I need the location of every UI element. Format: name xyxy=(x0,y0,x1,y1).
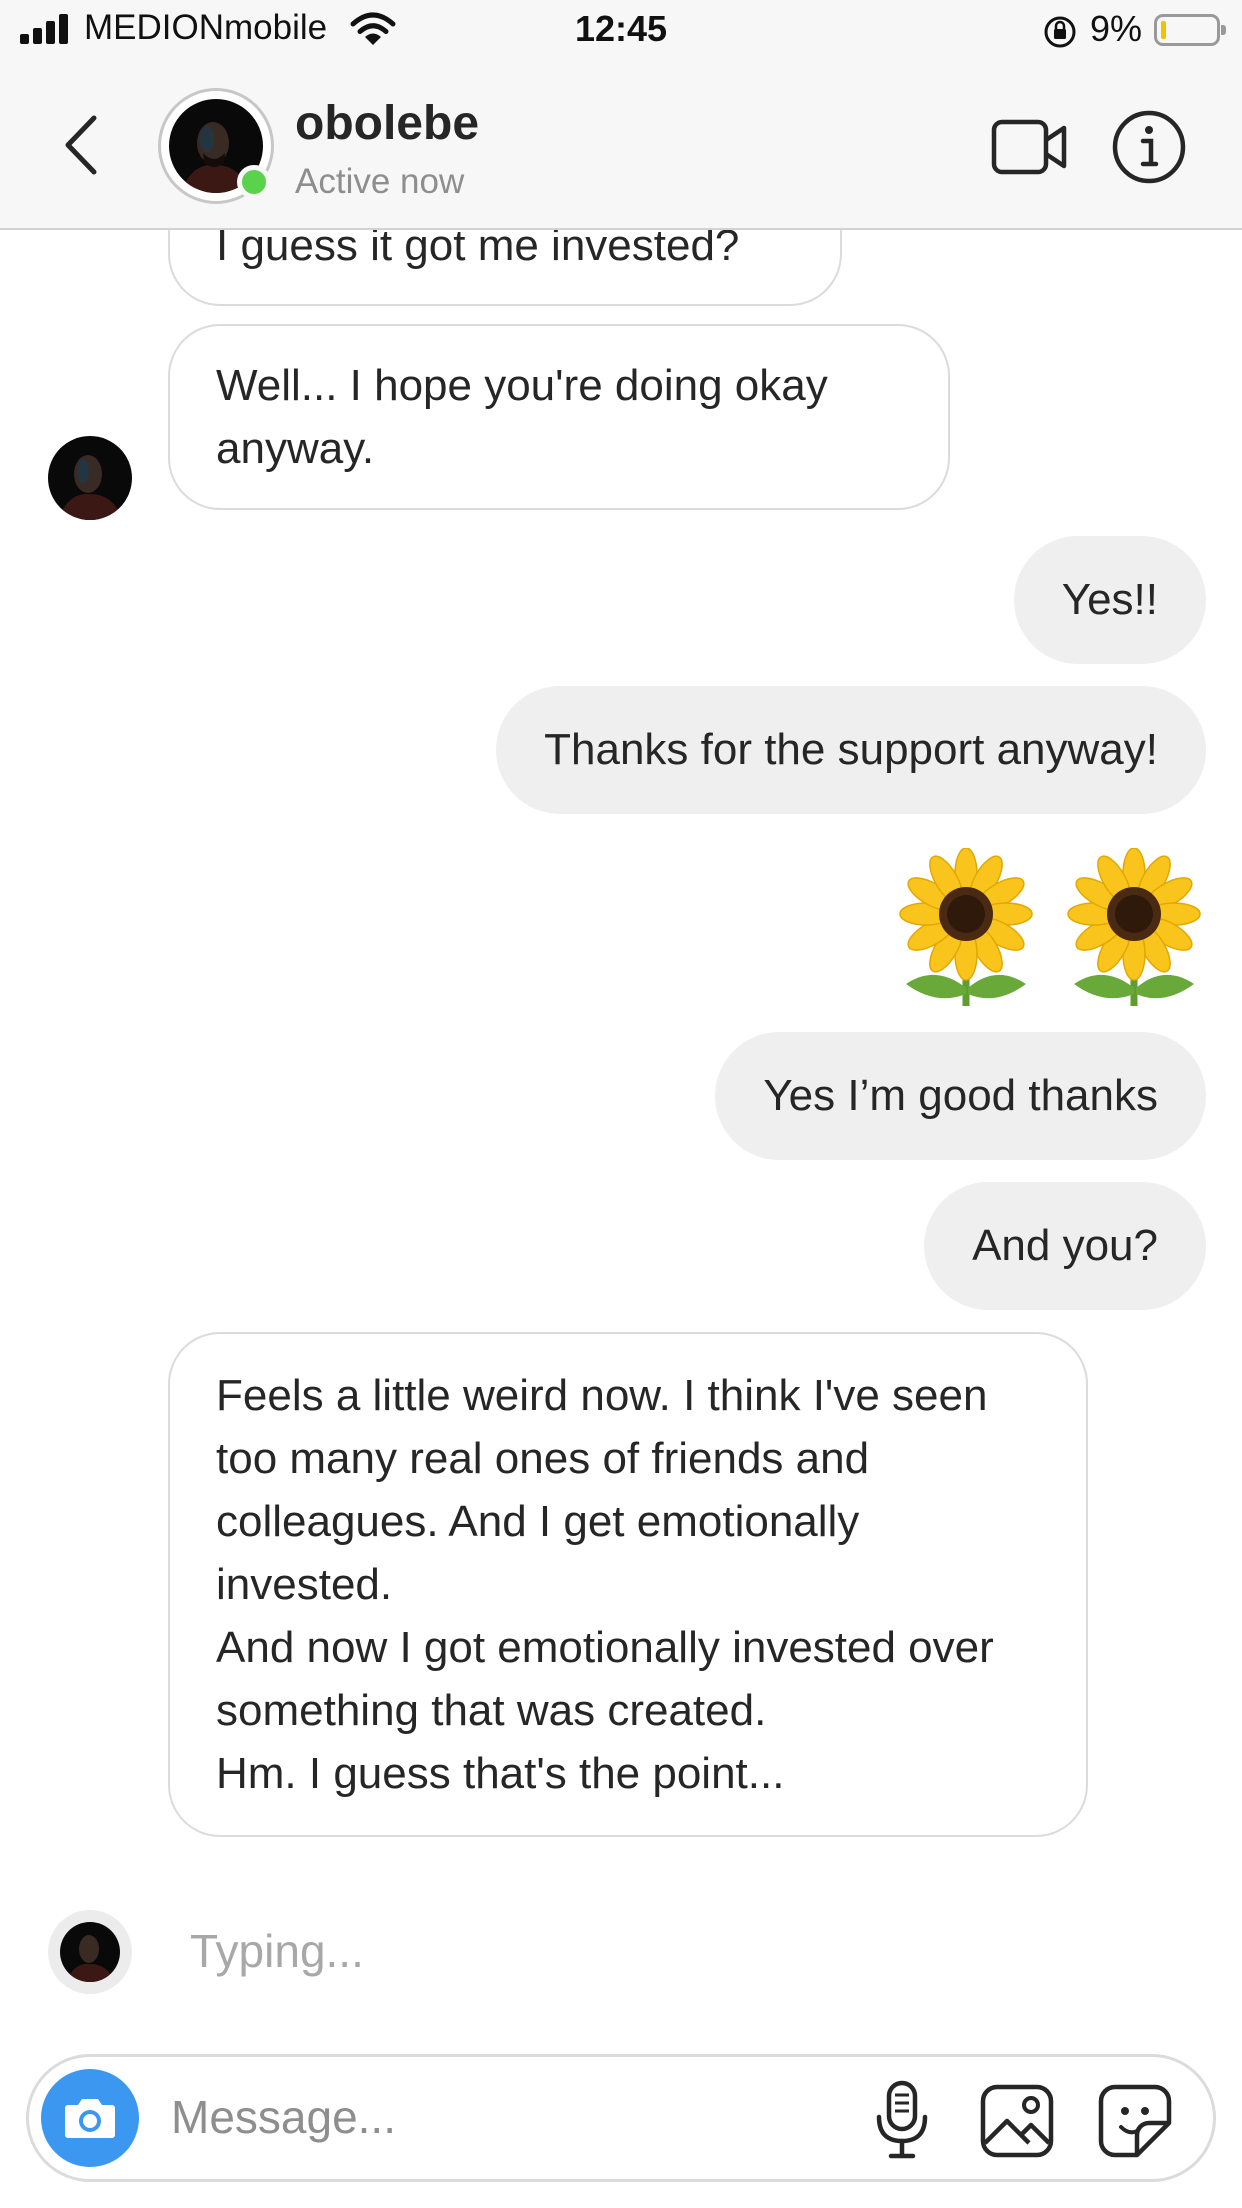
outgoing-message[interactable]: Yes!! xyxy=(1013,536,1206,664)
outgoing-message[interactable]: Thanks for the support anyway! xyxy=(496,686,1206,814)
message-composer xyxy=(26,2054,1216,2182)
typing-indicator: Typing... xyxy=(190,1925,364,1977)
incoming-message[interactable]: Feels a little weird now. I think I've s… xyxy=(168,1332,1088,1837)
info-icon[interactable] xyxy=(1110,108,1188,186)
sunflower-emoji-icon xyxy=(1064,848,1204,1008)
sunflower-emoji-icon xyxy=(896,848,1036,1008)
online-status-dot xyxy=(237,165,271,199)
profile-avatar[interactable] xyxy=(158,88,274,204)
gallery-icon[interactable] xyxy=(979,2083,1055,2159)
incoming-message[interactable]: Well... I hope you're doing okay anyway. xyxy=(168,324,950,510)
sticker-icon[interactable] xyxy=(1097,2083,1173,2159)
outgoing-message[interactable]: And you? xyxy=(924,1182,1206,1310)
username[interactable]: obolebe xyxy=(295,96,479,151)
battery-percent: 9% xyxy=(1090,8,1143,49)
camera-icon[interactable] xyxy=(41,2069,139,2167)
back-chevron-icon[interactable] xyxy=(58,112,108,178)
typing-avatar xyxy=(48,1910,132,1994)
outgoing-emoji-message[interactable]: 🌻🌻 xyxy=(896,848,1206,1008)
microphone-icon[interactable] xyxy=(869,2079,935,2161)
video-call-icon[interactable] xyxy=(990,114,1070,180)
battery-level xyxy=(1161,21,1166,39)
message-thread[interactable]: I guess it got me invested? Well... I ho… xyxy=(0,120,1242,2030)
activity-status: Active now xyxy=(295,162,465,201)
orientation-lock-icon xyxy=(1042,14,1078,50)
battery-icon xyxy=(1154,14,1226,46)
message-input[interactable] xyxy=(171,2087,731,2147)
outgoing-message[interactable]: Yes I’m good thanks xyxy=(715,1032,1206,1160)
status-bar: MEDIONmobile 12:45 9% xyxy=(0,0,1242,62)
chat-header: obolebe Active now xyxy=(0,62,1242,230)
sender-avatar[interactable] xyxy=(48,436,132,520)
